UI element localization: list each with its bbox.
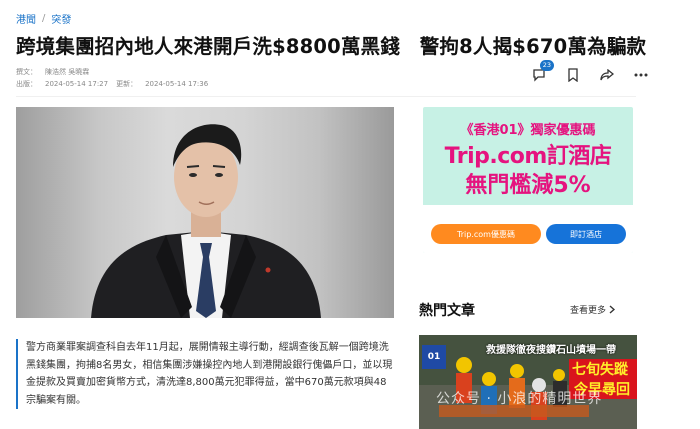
breadcrumb: 港聞 / 突發: [16, 11, 71, 26]
thumbnail-caption: 救援隊徹夜搜鑽石山墳場一帶: [486, 345, 616, 356]
article-actions: 23: [530, 60, 650, 84]
more-icon: [634, 73, 648, 77]
breadcrumb-section[interactable]: 港聞: [16, 11, 36, 26]
byline-label: 撰文：: [16, 68, 37, 76]
share-button[interactable]: [598, 66, 616, 84]
bookmark-icon: [568, 68, 578, 82]
ad-offer-text: 無門檻減5%: [465, 173, 591, 198]
hot-article-thumbnail[interactable]: 01 救援隊徹夜搜鑽石山墳場一帶 七旬失蹤婦 今早尋回: [419, 335, 637, 429]
chevron-right-icon: [609, 305, 616, 314]
news-logo: 01: [422, 345, 446, 369]
hot-articles-title: 熱門文章: [419, 303, 475, 319]
updated-label: 更新：: [116, 80, 138, 88]
person-photo: [91, 124, 321, 318]
book-hotel-button[interactable]: 即訂酒店: [546, 224, 626, 244]
view-more-label: 查看更多: [570, 306, 607, 316]
ad-brand-text: Trip.com訂酒店: [444, 144, 612, 169]
updated-time: 2024-05-14 17:36: [145, 80, 209, 88]
ad-headline: 《香港01》獨家優惠碼: [460, 123, 596, 138]
comment-button[interactable]: 23: [530, 60, 554, 84]
article-meta: 撰文： 陳浩然 吳曉霖 出版： 2024-05-14 17:27 更新： 202…: [16, 66, 208, 90]
view-more-link[interactable]: 查看更多: [570, 303, 616, 316]
share-icon: [600, 69, 614, 81]
comment-count-badge: 23: [539, 60, 554, 71]
article-hero-image[interactable]: [16, 107, 394, 318]
bookmark-button[interactable]: [564, 66, 582, 84]
byline[interactable]: 陳浩然 吳曉霖: [45, 66, 89, 78]
promo-ad[interactable]: 《香港01》獨家優惠碼 Trip.com訂酒店 無門檻減5% Trip.com優…: [423, 107, 633, 253]
article-title: 跨境集團招內地人來港開戶洗$8800萬黑錢 警拘8人揭$670萬為騙款: [16, 35, 647, 58]
published-label: 出版：: [16, 80, 37, 88]
published-time: 2024-05-14 17:27: [45, 80, 109, 88]
article-lead: 警方商業罪案調查科自去年11月起，展開情報主導行動，經調查後瓦解一個跨境洗黑錢集…: [16, 339, 394, 409]
header-divider: [16, 96, 636, 97]
breadcrumb-separator: /: [42, 13, 46, 24]
more-options-button[interactable]: [632, 66, 650, 84]
promo-code-button[interactable]: Trip.com優惠碼: [431, 224, 541, 244]
watermark: 公众号 · 小浪的精明世界: [436, 391, 603, 407]
breadcrumb-subsection[interactable]: 突發: [51, 11, 71, 26]
